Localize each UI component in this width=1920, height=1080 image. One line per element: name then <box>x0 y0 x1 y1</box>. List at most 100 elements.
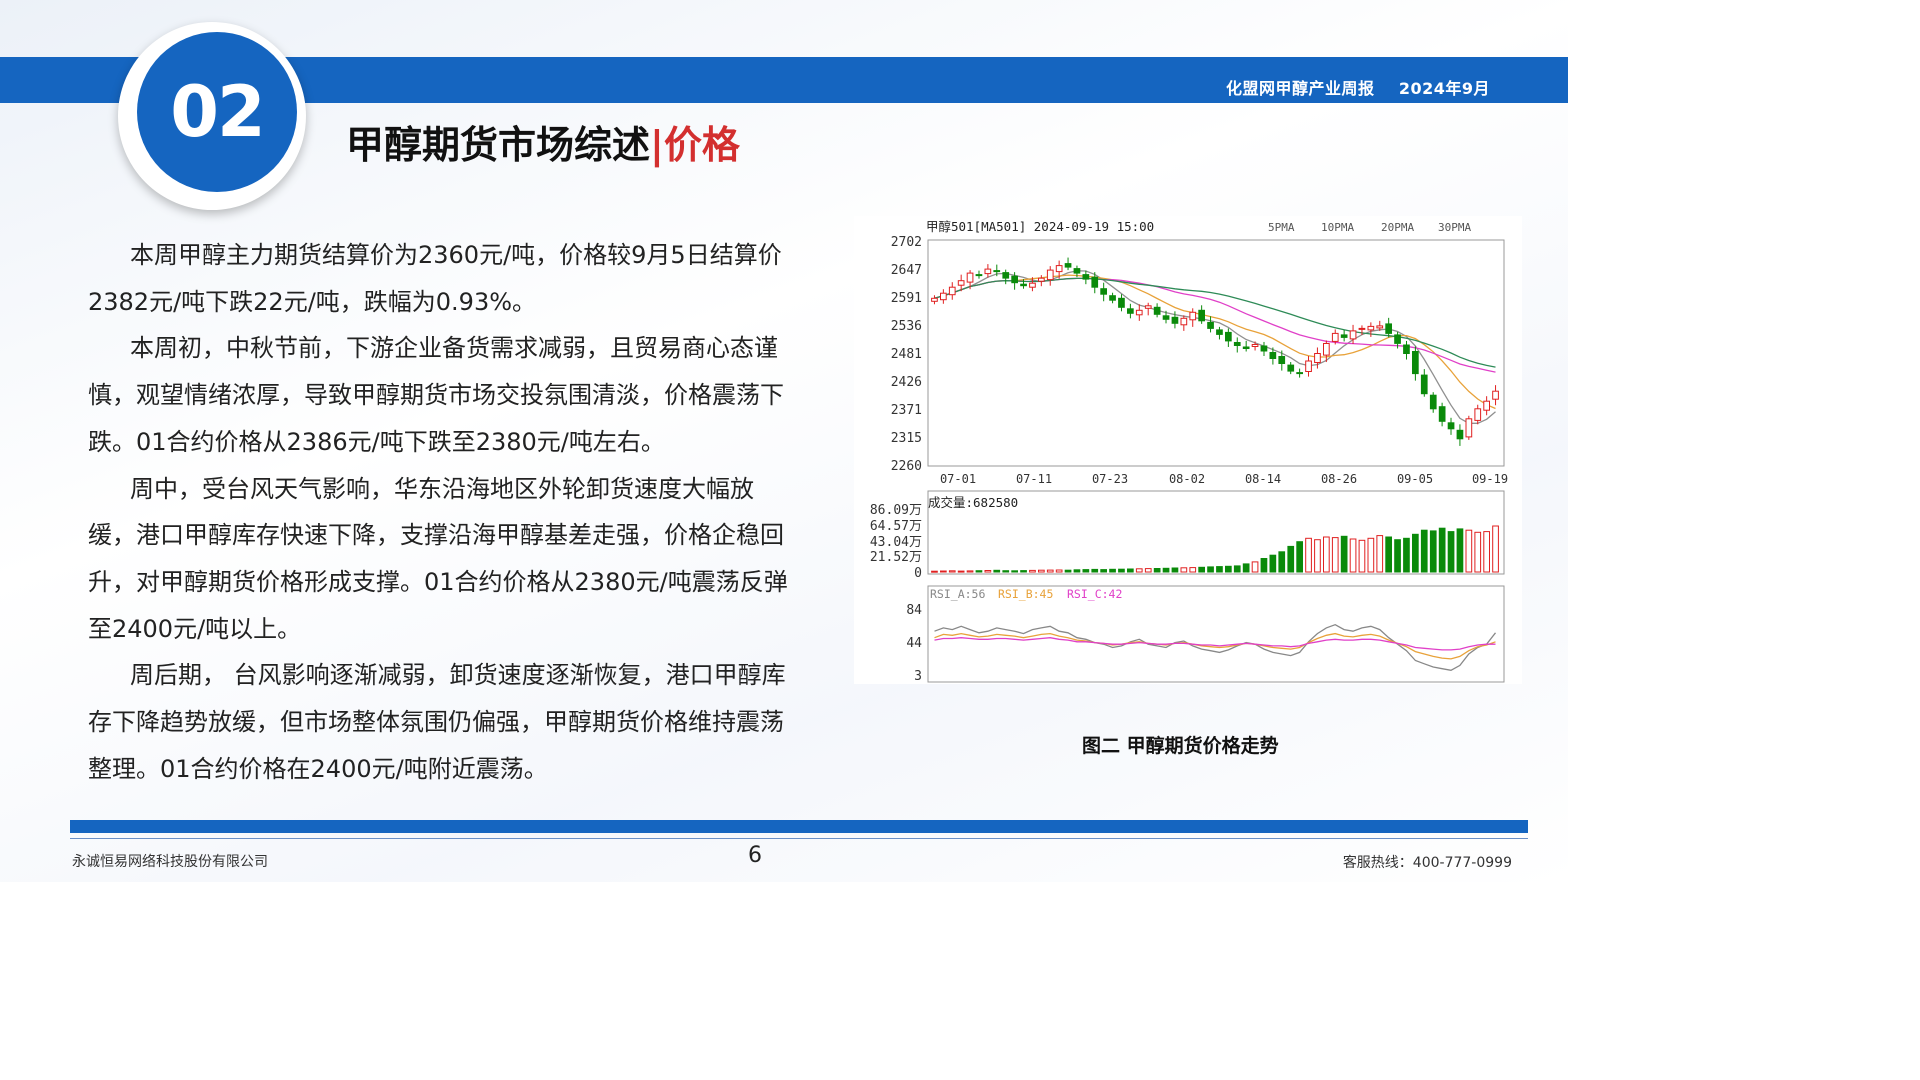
footer-company: 永诚恒易网络科技股份有限公司 <box>72 854 268 870</box>
candle-body <box>1296 372 1303 375</box>
volume-bar <box>1367 537 1375 573</box>
candle-body <box>1358 327 1366 330</box>
volume-bar <box>1429 530 1437 573</box>
report-date: 2024年9月 <box>1398 79 1490 98</box>
volume-bar <box>1376 535 1384 573</box>
volume-bar <box>1011 570 1019 573</box>
volume-bar <box>1118 568 1125 573</box>
volume-bar <box>1127 568 1134 573</box>
candle-body <box>1394 334 1401 344</box>
legend-30pma: 30PMA <box>1438 221 1471 234</box>
bottom-banner <box>70 820 1528 833</box>
date-axis: 07-01 07-11 07-23 08-02 08-14 08-26 09-0… <box>940 472 1508 486</box>
volume-bar <box>1278 551 1286 573</box>
candle-body <box>1011 275 1019 284</box>
candle-body <box>1367 325 1375 331</box>
rsi-b-label: RSI_B:45 <box>998 587 1053 601</box>
volume-bar <box>1198 566 1205 573</box>
volume-bar <box>1296 541 1303 573</box>
candle-body <box>1180 317 1188 326</box>
candle-body <box>1029 282 1036 288</box>
paragraph-1: 本周甲醇主力期货结算价为2360元/吨，价格较9月5日结算价2382元/吨下跌2… <box>88 241 782 316</box>
date-tick: 08-26 <box>1321 472 1357 486</box>
volume-bar <box>1492 525 1499 573</box>
volume-bar <box>1189 567 1197 573</box>
candle-body <box>1323 343 1330 356</box>
candle-body <box>1020 283 1027 287</box>
volume-bar <box>993 569 1001 573</box>
candle-body <box>1474 408 1482 421</box>
volume-bar <box>1064 569 1072 573</box>
price-axis: 2702 2647 2591 2536 2481 2426 2371 2315 … <box>891 235 922 474</box>
price-tick: 2647 <box>891 263 922 278</box>
candle-body <box>1438 406 1446 422</box>
volume-bar <box>1055 569 1063 573</box>
candle-body <box>1483 400 1490 411</box>
volume-bar <box>1340 535 1348 573</box>
volume-label: 成交量:682580 <box>928 495 1018 510</box>
page-title: 甲醇期货市场综述|价格 <box>346 114 740 169</box>
date-tick: 09-19 <box>1472 472 1508 486</box>
volume-bar <box>940 570 947 573</box>
candle-body <box>957 280 965 286</box>
title-separator: | <box>650 123 664 167</box>
candle-body <box>1331 332 1339 342</box>
candle-body <box>1465 418 1473 438</box>
volume-bar <box>1100 569 1108 573</box>
volume-bar <box>1314 539 1321 573</box>
date-tick: 07-11 <box>1016 472 1052 486</box>
candle-body <box>1420 374 1428 395</box>
volume-bar <box>1180 567 1188 573</box>
volume-tick: 43.04万 <box>870 535 922 550</box>
volume-bar <box>975 570 983 573</box>
volume-bar <box>1091 568 1099 573</box>
volume-bar <box>1082 569 1090 573</box>
chart-caption: 图二 甲醇期货价格走势 <box>1082 735 1279 757</box>
date-tick: 07-23 <box>1092 472 1128 486</box>
candle-body <box>984 268 992 275</box>
candle-body <box>1135 309 1143 316</box>
volume-bar <box>1153 568 1161 573</box>
volume-bar <box>1483 531 1490 573</box>
legend-5pma: 5PMA <box>1268 221 1295 234</box>
volume-bar <box>1331 537 1339 573</box>
candle-body <box>1082 274 1090 280</box>
volume-bar <box>1269 554 1277 573</box>
date-tick: 08-02 <box>1169 472 1205 486</box>
volume-bar <box>1438 527 1446 573</box>
rsi-tick: 44 <box>906 636 922 651</box>
price-tick: 2591 <box>891 291 922 306</box>
chart-title: 甲醇501[MA501] 2024-09-19 15:00 <box>926 219 1154 234</box>
section-number: 02 <box>137 32 297 192</box>
legend-20pma: 20PMA <box>1381 221 1414 234</box>
candle-body <box>1109 295 1116 301</box>
candle-body <box>1340 334 1348 338</box>
volume-tick: 86.09万 <box>870 503 922 518</box>
candle-body <box>1376 325 1384 329</box>
price-tick: 2536 <box>891 319 922 334</box>
volume-bar <box>1242 563 1250 573</box>
paragraph-2: 本周初，中秋节前，下游企业备货需求减弱，且贸易商心态谨慎，观望情绪浓厚，导致甲醇… <box>88 334 784 456</box>
volume-bar <box>1447 531 1455 573</box>
volume-bar <box>1020 570 1027 573</box>
volume-bar <box>1260 558 1268 573</box>
candle-body <box>1314 353 1321 363</box>
candle-body <box>1046 269 1054 281</box>
volume-bar <box>1225 565 1232 573</box>
rsi-axis: 84 44 3 <box>906 603 922 684</box>
volume-bar <box>1358 539 1366 573</box>
price-tick: 2315 <box>891 431 922 446</box>
volume-bar <box>957 570 965 573</box>
volume-bar <box>1287 545 1295 573</box>
candle-body <box>975 274 983 277</box>
candle-body <box>993 270 1001 273</box>
title-main: 甲醇期货市场综述 <box>346 123 651 167</box>
candle-body <box>1429 394 1437 410</box>
candle-body <box>1233 342 1241 346</box>
candle-body <box>1216 329 1223 335</box>
candle-body <box>1456 429 1464 440</box>
candle-body <box>1242 346 1250 349</box>
footer-hotline: 客服热线：400-777-0999 <box>1342 855 1512 871</box>
volume-bar <box>1135 568 1143 573</box>
volume-bar <box>1144 568 1152 573</box>
